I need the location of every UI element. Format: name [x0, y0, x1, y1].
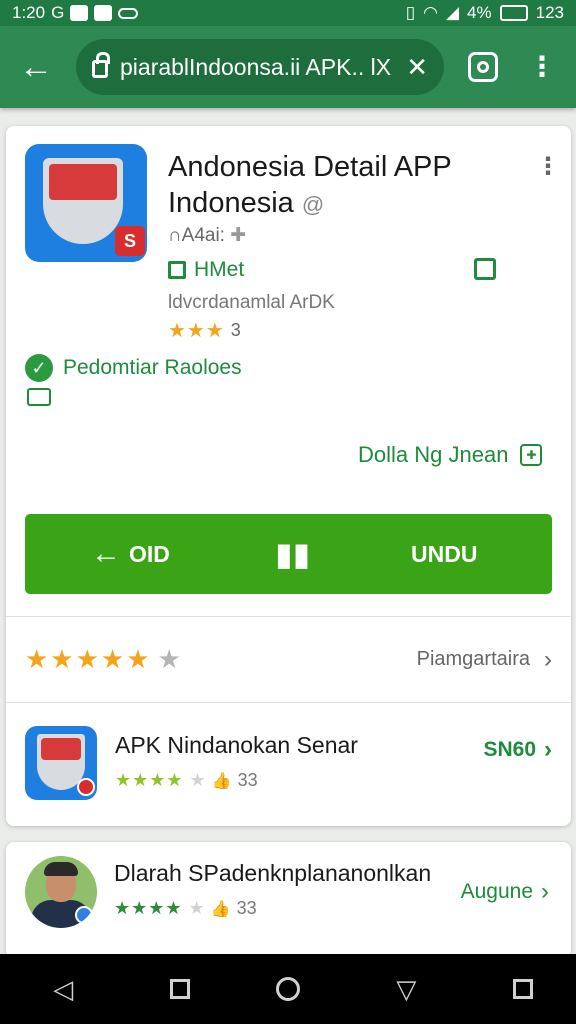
- chevron-right-icon: ›: [544, 645, 552, 673]
- home-nav-icon[interactable]: [275, 977, 300, 1001]
- empty-star-icon: ★: [188, 898, 205, 918]
- card-more-icon[interactable]: ⋮: [536, 152, 560, 181]
- app-subtitle-text: Indonesia: [168, 187, 294, 219]
- star-rating-icon: ★★★: [168, 320, 225, 342]
- badge-icon: [77, 778, 95, 796]
- copy-icon[interactable]: [474, 258, 496, 280]
- list-item-title: Dlarah SPadenknplananonlkan: [114, 860, 432, 886]
- empty-star-icon: ★: [189, 770, 206, 790]
- verified-label: Pedomtiar Raoloes: [63, 356, 242, 379]
- list-item-action-label: Augune: [460, 880, 533, 903]
- book-icon: [27, 388, 51, 406]
- developer-line: ∩A4ai: ✚: [168, 224, 246, 247]
- star-rating-icon: ★★★★: [115, 770, 184, 790]
- app-title: Andonesia Detail APP: [168, 151, 452, 183]
- avatar-hair: [44, 862, 78, 876]
- url-text: piarablIndoonsa.ii APK.. lX: [120, 53, 392, 80]
- arrow-left-icon: ←: [91, 537, 121, 570]
- app-detail-card: S Andonesia Detail APP Indonesia @ ⋮ ∩A4…: [6, 126, 571, 826]
- verified-badge-icon: [75, 906, 93, 924]
- status-time: 1:20: [12, 3, 46, 22]
- signal-icon: ◢: [445, 3, 460, 22]
- notification-icon: [70, 5, 89, 21]
- app-rating-number: 3: [230, 320, 241, 340]
- app-rating: ★★★ 3: [168, 318, 241, 343]
- chevron-right-icon: ›: [544, 736, 552, 763]
- back-nav-icon[interactable]: ◁: [43, 974, 83, 1005]
- developer-text: ∩A4ai:: [168, 225, 225, 246]
- browser-toolbar: ← piarablIndoonsa.ii APK.. lX ✕ ⋮: [0, 26, 576, 108]
- chevron-right-icon: ›: [541, 878, 549, 905]
- ratings-link-label: Piamgartaira: [416, 648, 530, 670]
- avatar: [25, 856, 97, 928]
- camera-icon[interactable]: [468, 52, 498, 82]
- list-item-action[interactable]: SN60 ›: [483, 736, 552, 764]
- battery-number: 123: [535, 3, 564, 22]
- verified-row: ✓ Pedomtiar Raoloes: [25, 354, 242, 382]
- thumb-icon: 👍: [210, 900, 231, 918]
- status-right-text: 4%: [467, 3, 492, 22]
- square-nav-icon[interactable]: [169, 979, 190, 999]
- box-check-icon: [168, 261, 186, 279]
- close-icon[interactable]: ✕: [406, 52, 428, 83]
- wifi-icon: ◠: [423, 3, 438, 22]
- status-bar: 1:20 G ▯ ◠ ◢ 4% 123: [0, 0, 576, 26]
- divider: [6, 616, 571, 617]
- down-nav-icon[interactable]: ▽: [386, 974, 426, 1005]
- list-item-action-label: SN60: [483, 738, 536, 761]
- old-button[interactable]: ← OID: [91, 537, 170, 571]
- empty-star-icon: ★: [157, 644, 181, 674]
- ratings-link[interactable]: Piamgartaira ›: [417, 646, 552, 674]
- star-rating-icon: ★★★★: [114, 898, 183, 918]
- chart-icon[interactable]: ▮▮: [275, 535, 310, 573]
- divider: [6, 702, 571, 703]
- five-star-icon: ★★★★★: [25, 644, 152, 674]
- lock-icon: [92, 52, 110, 78]
- badge-s-icon: S: [115, 226, 145, 256]
- app-tag[interactable]: HMet: [168, 258, 244, 282]
- app-tag-label: HMet: [194, 258, 245, 281]
- notification-icon-2: [94, 5, 113, 21]
- battery-icon: [499, 5, 528, 21]
- list-item-title: APK Nindanokan Senar: [115, 732, 358, 758]
- pin-icon: ✚: [230, 225, 247, 246]
- system-nav-bar: ◁ ▽: [0, 954, 576, 1024]
- list-item[interactable]: APK Nindanokan Senar ★★★★ ★ 👍 33 SN60 ›: [25, 724, 552, 804]
- package-line: ldvcrdanamlal ArDK: [168, 292, 335, 313]
- download-link[interactable]: Dolla Ng Jnean ✚: [358, 442, 543, 468]
- url-bar[interactable]: piarablIndoonsa.ii APK.. lX ✕: [76, 39, 444, 95]
- cloud-icon: [118, 7, 139, 19]
- check-circle-icon: ✓: [25, 354, 53, 382]
- list-item-card[interactable]: Dlarah SPadenknplananonlkan ★★★★ ★ 👍 33 …: [6, 842, 571, 958]
- rating-row[interactable]: ★★★★★ ★ Piamgartaira ›: [25, 644, 552, 675]
- list-item-rating: ★★★★ ★ 👍 33: [115, 770, 258, 791]
- recents-nav-icon[interactable]: [512, 979, 533, 999]
- thumb-icon: 👍: [211, 772, 232, 790]
- old-button-label: OID: [129, 540, 170, 567]
- status-carrier: G: [51, 3, 65, 22]
- list-item-action[interactable]: Augune ›: [461, 878, 549, 906]
- at-icon: @: [301, 192, 325, 217]
- app-icon-small: [25, 726, 97, 800]
- list-item-count: 33: [236, 898, 257, 918]
- shield-icon: [43, 158, 123, 244]
- back-arrow-icon[interactable]: ←: [14, 50, 58, 84]
- more-vert-icon[interactable]: ⋮: [528, 53, 556, 81]
- list-item-rating: ★★★★ ★ 👍 33: [114, 898, 257, 919]
- download-button-label[interactable]: UNDU: [411, 541, 477, 568]
- list-item-count: 33: [237, 770, 258, 790]
- download-link-label: Dolla Ng Jnean: [358, 442, 509, 467]
- app-subtitle: Indonesia @: [168, 184, 324, 224]
- vibrate-icon: ▯: [405, 3, 416, 22]
- action-button-bar[interactable]: ← OID ▮▮ UNDU: [25, 514, 552, 594]
- download-box-icon: ✚: [520, 444, 543, 466]
- app-icon: S: [25, 144, 147, 262]
